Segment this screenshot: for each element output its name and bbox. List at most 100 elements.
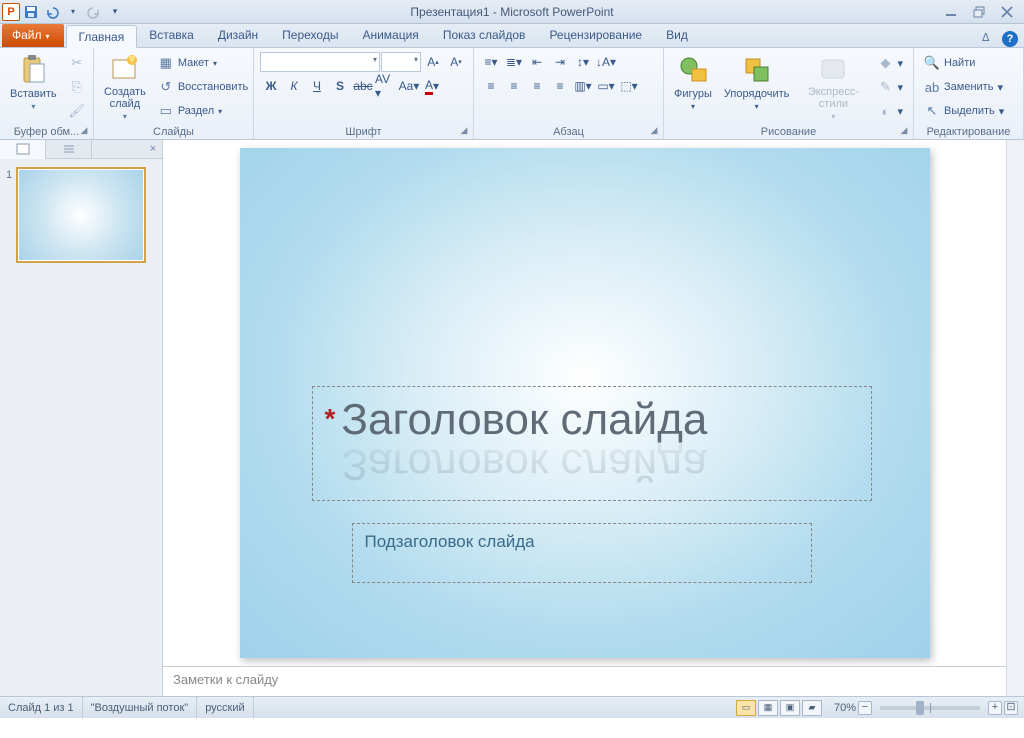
- layout-button[interactable]: ▦Макет ▾: [154, 52, 252, 74]
- bold-icon[interactable]: Ж: [260, 76, 282, 96]
- help-icon[interactable]: ?: [1002, 31, 1018, 47]
- restore-icon[interactable]: [970, 4, 988, 20]
- select-button[interactable]: ↖Выделить ▾: [920, 100, 1008, 122]
- font-size-select[interactable]: [381, 52, 421, 72]
- cut-button[interactable]: ✂: [65, 52, 89, 74]
- slides-tab-icon[interactable]: [0, 140, 46, 159]
- slideshow-view-icon[interactable]: ▰: [802, 700, 822, 716]
- section-button[interactable]: ▭Раздел ▾: [154, 100, 252, 122]
- tab-review[interactable]: Рецензирование: [537, 24, 654, 47]
- decrease-indent-icon[interactable]: ⇤: [526, 52, 548, 72]
- tab-transitions[interactable]: Переходы: [270, 24, 350, 47]
- line-spacing-icon[interactable]: ↕▾: [572, 52, 594, 72]
- replace-button[interactable]: abЗаменить ▾: [920, 76, 1008, 98]
- slide[interactable]: * Заголовок слайда Подзаголовок слайда: [240, 148, 930, 658]
- tab-animation[interactable]: Анимация: [350, 24, 430, 47]
- clipboard-launcher-icon[interactable]: ◢: [78, 125, 90, 137]
- shape-fill-button[interactable]: ◆▾: [873, 52, 907, 74]
- vertical-scrollbar[interactable]: [1006, 140, 1024, 696]
- subtitle-text[interactable]: Подзаголовок слайда: [365, 532, 535, 551]
- minimize-icon[interactable]: [942, 4, 960, 20]
- columns-icon[interactable]: ▥▾: [572, 76, 594, 96]
- tab-insert[interactable]: Вставка: [137, 24, 206, 47]
- tab-file[interactable]: Файл: [2, 24, 64, 47]
- tab-home[interactable]: Главная: [66, 25, 138, 48]
- slide-thumbnail[interactable]: 1: [6, 167, 156, 263]
- shapes-button[interactable]: Фигуры▾: [668, 52, 718, 123]
- reading-view-icon[interactable]: ▣: [780, 700, 800, 716]
- redo-icon[interactable]: [84, 2, 104, 22]
- paste-button[interactable]: Вставить ▾: [4, 52, 63, 123]
- new-slide-label: Создать слайд: [104, 86, 146, 110]
- close-icon[interactable]: [998, 4, 1016, 20]
- paragraph-launcher-icon[interactable]: ◢: [648, 125, 660, 137]
- shape-outline-button[interactable]: ✎▾: [873, 76, 907, 98]
- group-paragraph: ≡▾ ≣▾ ⇤ ⇥ ↕▾ ↓A▾ ≡ ≡ ≡ ≡ ▥▾ ▭▾ ⬚▾ Абзац …: [474, 48, 664, 139]
- font-color-icon[interactable]: A▾: [421, 76, 443, 96]
- qat-customize-icon[interactable]: ▾: [105, 2, 125, 22]
- increase-indent-icon[interactable]: ⇥: [549, 52, 571, 72]
- numbering-icon[interactable]: ≣▾: [503, 52, 525, 72]
- quick-styles-icon: [817, 54, 849, 84]
- fit-to-window-icon[interactable]: ⊡: [1004, 701, 1018, 715]
- format-painter-button[interactable]: 🖌: [65, 100, 89, 122]
- font-name-select[interactable]: [260, 52, 380, 72]
- title-text[interactable]: Заголовок слайда: [341, 395, 707, 445]
- align-text-icon[interactable]: ▭▾: [595, 76, 617, 96]
- title-placeholder[interactable]: * Заголовок слайда: [312, 386, 872, 501]
- char-spacing-icon[interactable]: AV ▾: [375, 76, 397, 96]
- reset-button[interactable]: ↺Восстановить: [154, 76, 252, 98]
- bullets-icon[interactable]: ≡▾: [480, 52, 502, 72]
- powerpoint-icon[interactable]: P: [2, 3, 20, 21]
- shrink-font-icon[interactable]: A▾: [445, 52, 467, 72]
- minimize-ribbon-icon[interactable]: ᐃ: [982, 31, 998, 47]
- strikethrough-icon[interactable]: abc: [352, 76, 374, 96]
- group-editing-label: Редактирование: [914, 126, 1023, 138]
- copy-button[interactable]: ⎘: [65, 76, 89, 98]
- align-right-icon[interactable]: ≡: [526, 76, 548, 96]
- slide-preview: [16, 167, 146, 263]
- theme-name[interactable]: "Воздушный поток": [83, 697, 198, 719]
- zoom-out-icon[interactable]: −: [858, 701, 872, 715]
- slide-canvas[interactable]: * Заголовок слайда Подзаголовок слайда: [163, 140, 1006, 666]
- sorter-view-icon[interactable]: ▦: [758, 700, 778, 716]
- new-slide-button[interactable]: Создать слайд ▾: [98, 52, 152, 123]
- undo-icon[interactable]: [42, 2, 62, 22]
- find-button[interactable]: 🔍Найти: [920, 52, 1008, 74]
- thumbnail-pane-close-icon[interactable]: ×: [144, 143, 162, 155]
- replace-icon: ab: [924, 79, 940, 95]
- underline-icon[interactable]: Ч: [306, 76, 328, 96]
- shape-effects-button[interactable]: ◐▾: [873, 100, 907, 122]
- tab-design[interactable]: Дизайн: [206, 24, 270, 47]
- grow-font-icon[interactable]: A▴: [422, 52, 444, 72]
- tab-view[interactable]: Вид: [654, 24, 700, 47]
- drawing-launcher-icon[interactable]: ◢: [898, 125, 910, 137]
- notes-pane[interactable]: Заметки к слайду: [163, 666, 1006, 696]
- text-direction-icon[interactable]: ↓A▾: [595, 52, 617, 72]
- slide-counter[interactable]: Слайд 1 из 1: [0, 697, 83, 719]
- undo-dropdown-icon[interactable]: ▾: [63, 2, 83, 22]
- smartart-icon[interactable]: ⬚▾: [618, 76, 640, 96]
- justify-icon[interactable]: ≡: [549, 76, 571, 96]
- zoom-in-icon[interactable]: +: [988, 701, 1002, 715]
- normal-view-icon[interactable]: ▭: [736, 700, 756, 716]
- tab-slideshow[interactable]: Показ слайдов: [431, 24, 538, 47]
- subtitle-placeholder[interactable]: Подзаголовок слайда: [352, 523, 812, 583]
- save-icon[interactable]: [21, 2, 41, 22]
- zoom-slider-thumb[interactable]: [916, 701, 924, 715]
- zoom-slider[interactable]: [880, 706, 980, 710]
- title-bar: P ▾ ▾ Презентация1 - Microsoft PowerPoin…: [0, 0, 1024, 24]
- language[interactable]: русский: [197, 697, 253, 719]
- change-case-icon[interactable]: Aa▾: [398, 76, 420, 96]
- outline-tab-icon[interactable]: [46, 140, 92, 159]
- star-icon: *: [325, 403, 336, 435]
- align-center-icon[interactable]: ≡: [503, 76, 525, 96]
- quick-styles-button[interactable]: Экспресс-стили▾: [795, 52, 871, 123]
- italic-icon[interactable]: К: [283, 76, 305, 96]
- copy-icon: ⎘: [69, 79, 85, 95]
- arrange-button[interactable]: Упорядочить▾: [718, 52, 795, 123]
- shadow-icon[interactable]: S: [329, 76, 351, 96]
- align-left-icon[interactable]: ≡: [480, 76, 502, 96]
- zoom-level[interactable]: 70%: [834, 702, 856, 714]
- font-launcher-icon[interactable]: ◢: [458, 125, 470, 137]
